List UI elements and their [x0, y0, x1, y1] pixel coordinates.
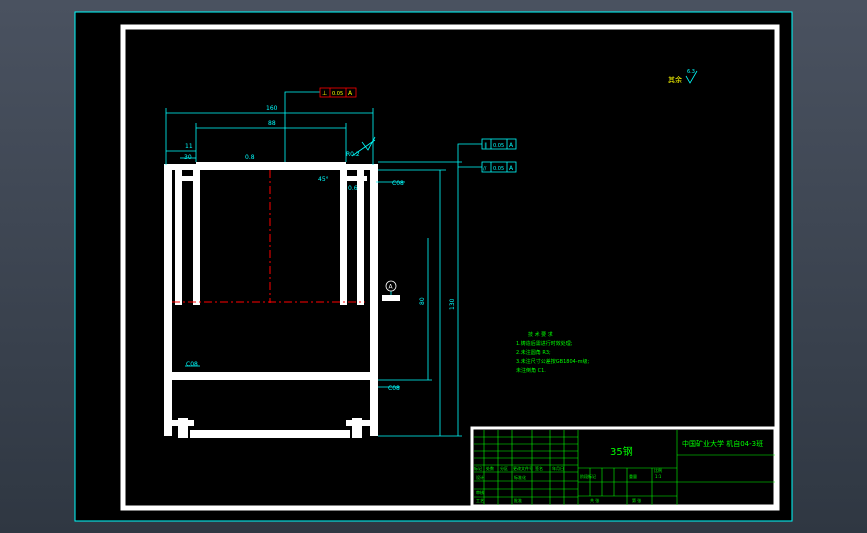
tb-sheets-total: 共 张: [590, 497, 599, 503]
dim-chamfer: 0.8: [245, 154, 255, 161]
tb-process: 工艺: [476, 498, 484, 503]
svg-text:∥: ∥: [484, 142, 487, 149]
tb-stage: 阶段标记: [580, 473, 596, 479]
tb-row-label-2: 处数: [486, 465, 494, 471]
title-school: 中国矿业大学 机自04-3班: [682, 439, 763, 448]
dim-height-total: 130: [449, 298, 456, 310]
tech-line-4: 未注倒角 C1.: [516, 367, 546, 374]
tb-design: 设计: [476, 474, 484, 480]
dim-radius: R0.2: [346, 151, 360, 158]
title-material: 35钢: [610, 445, 633, 458]
svg-text:其余: 其余: [668, 75, 682, 84]
dim-inner-width: 88: [268, 120, 276, 127]
svg-text://: //: [483, 166, 487, 172]
dim-left-step: 30: [184, 154, 192, 161]
tb-approve: 批准: [514, 497, 522, 503]
svg-text:0.05: 0.05: [493, 166, 504, 172]
tech-line-3: 3.未注尺寸公差按GB1804-m级;: [516, 358, 589, 365]
tb-row-label-3: 分区: [500, 465, 508, 471]
dim-overall-width: 160: [266, 105, 278, 112]
tb-weight: 重量: [629, 473, 637, 479]
side-note-1: C08: [392, 180, 404, 187]
tech-line-1: 1.铸造后需进行时效处理;: [516, 340, 573, 347]
svg-text:⊥: ⊥: [322, 90, 327, 97]
cad-viewport: 160 88 11 30 0.8 R0.2 45° 0.6 130 80 C08…: [0, 0, 867, 533]
dim-left-small: 11: [185, 143, 193, 150]
tb-row-label-1: 标记: [474, 465, 482, 471]
title-scale: 1:1: [655, 474, 662, 479]
dim-flat: 0.6: [348, 185, 358, 192]
tb-sheet-no: 第 张: [632, 497, 641, 503]
dim-height-inner: 80: [419, 297, 426, 305]
tb-row-label-5: 签名: [535, 465, 543, 471]
dim-angle: 45°: [318, 176, 329, 183]
tb-row-label-6: 年月日: [552, 465, 564, 471]
tb-standard: 标准化: [514, 474, 526, 480]
tb-scale-label: 比例: [654, 467, 662, 473]
svg-text:6.3: 6.3: [687, 69, 695, 75]
svg-text:0.05: 0.05: [332, 91, 343, 97]
tech-line-2: 2.未注圆角 R3;: [516, 349, 551, 356]
svg-text:0.05: 0.05: [493, 143, 504, 149]
side-note-2: C08: [388, 385, 400, 392]
tb-review: 审核: [476, 489, 484, 495]
drawing-canvas[interactable]: 160 88 11 30 0.8 R0.2 45° 0.6 130 80 C08…: [0, 0, 867, 533]
tech-heading: 技 术 要 求: [528, 331, 553, 338]
tb-row-label-4: 更改文件号: [513, 465, 533, 471]
title-block: 35钢 中国矿业大学 机自04-3班 1:1 标记 处数 分区 更改文件号 签名…: [470, 426, 777, 508]
lower-note: C08: [186, 361, 198, 368]
